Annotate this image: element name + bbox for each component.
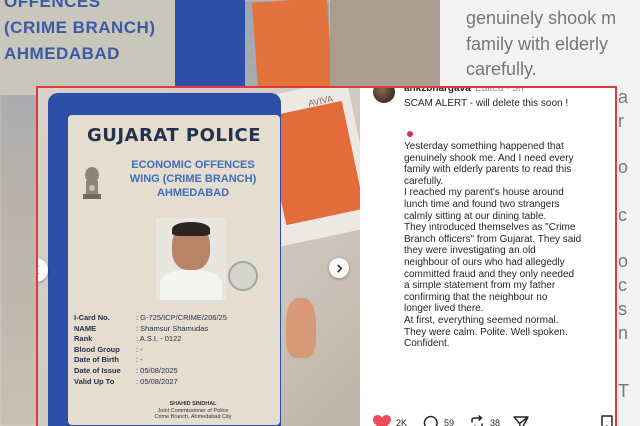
comment-button[interactable]: 59 (423, 415, 454, 426)
post-line: carefully. (404, 175, 444, 187)
heart-icon (373, 415, 391, 426)
background-card-line: (CRIME BRANCH) (4, 18, 156, 37)
background-edge-letter: c (618, 275, 627, 295)
field-value: : Shamsur Shamudas (136, 323, 209, 333)
background-card-holder (175, 0, 245, 95)
background-text-line: genuinely shook m (466, 8, 617, 28)
save-button[interactable] (601, 415, 613, 426)
field-value: : A.S.I. - 0122 (136, 334, 182, 344)
post-line: neighbour of ours who had allegedly (404, 256, 565, 268)
post-body: Yesterday something happened that genuin… (404, 141, 614, 350)
post-edited-time: · Edited · 3h (469, 86, 524, 94)
field-key: Blood Group (74, 344, 120, 354)
repost-button[interactable]: 38 (469, 415, 500, 426)
post-line: they were investigating an old (404, 245, 536, 257)
background-edge-letter: s (618, 299, 627, 319)
signature-office: Crime Branch, Ahmedabad City (154, 414, 232, 420)
field-key: Valid Up To (74, 376, 115, 386)
field-key: I-Card No. (74, 313, 110, 322)
comment-count: 59 (444, 418, 455, 426)
id-card-fields: I-Card No. : G-725/ICP/CRIME/206/25 NAME:… (74, 313, 227, 387)
chevron-left-icon (38, 265, 39, 275)
chevron-right-icon (336, 264, 342, 272)
background-edge-letter: r (618, 111, 624, 131)
field-value: : - (136, 344, 143, 354)
portrait-shirt (160, 270, 222, 300)
background-card-line: OFFENCES (4, 0, 101, 11)
post-line: lunch time and found two strangers (404, 198, 560, 210)
post-line: They were calm. Polite. Well spoken. (404, 326, 568, 338)
post-line: I reached my parent's house around (404, 187, 564, 199)
field-key: NAME (74, 323, 97, 333)
bookmark-icon (601, 415, 613, 426)
post-action-bar: 2K 59 38 (373, 415, 613, 426)
emblem-icon (83, 167, 101, 199)
post-line: family with elderly parents to read this (404, 164, 572, 176)
red-dot-emoji (407, 131, 413, 137)
share-icon (513, 416, 529, 426)
id-card-field-row: Date of Issue : 05/08/2025 (74, 366, 227, 377)
post-photo: AVIVA GUJARAT POLICE ECONOMIC OFFENCES W… (38, 88, 360, 426)
post-frame: AVIVA GUJARAT POLICE ECONOMIC OFFENCES W… (36, 86, 617, 426)
post-line: committed fraud and they only needed (404, 268, 575, 280)
post-caption-panel: ankzbhargava · Edited · 3h SCAM ALERT - … (360, 86, 615, 426)
background-id-card: OFFENCES (CRIME BRANCH) AHMEDABAD (0, 0, 175, 95)
post-line: Confident. (404, 338, 450, 350)
background-edge-letter: T (618, 381, 629, 401)
id-card-field-row: NAME : Shamsur Shamudas (74, 324, 227, 335)
post-line: genuinely shook me. And I need every (404, 152, 574, 164)
background-text-line: family with elderly (466, 34, 609, 54)
post-line: Yesterday something happened that (404, 141, 564, 152)
id-card-field-row: Date of Birth : - (74, 355, 227, 366)
id-card-field-row: Valid Up To : 05/08/2027 (74, 377, 227, 388)
id-card-photo (156, 218, 226, 300)
id-card-field-row: Blood Group : - (74, 345, 227, 356)
id-card-seal (228, 261, 258, 291)
id-card-field-row: I-Card No. : G-725/ICP/CRIME/206/25 (74, 313, 227, 324)
portrait-hair (172, 222, 210, 236)
post-line: confirming that the neighbour no (404, 291, 548, 303)
field-key: Date of Issue (74, 365, 121, 375)
background-edge-letter: o (618, 251, 629, 271)
repost-icon (471, 415, 483, 426)
id-card-signature: SHAHID SINDHAL Joint Commissioner of Pol… (148, 401, 238, 421)
background-card-line: AHMEDABAD (4, 44, 120, 63)
share-button[interactable] (513, 415, 529, 426)
repost-count: 38 (490, 418, 501, 426)
background-edge-letter: c (618, 205, 627, 225)
id-card-org-line: ECONOMIC OFFENCES (131, 159, 255, 171)
field-value: : - (136, 355, 143, 365)
field-value: : 05/08/2027 (136, 376, 178, 386)
id-card: GUJARAT POLICE ECONOMIC OFFENCES WING (C… (68, 115, 280, 425)
carousel-next-button[interactable] (329, 258, 349, 278)
post-author-handle[interactable]: ankzbhargava (404, 88, 471, 94)
background-edge-letter: n (618, 323, 629, 343)
field-value: : 05/08/2025 (136, 365, 178, 375)
id-card-org-line: WING (CRIME BRANCH) (129, 173, 257, 185)
post-line: calmly sitting at our dining table. (404, 210, 547, 222)
id-card-holder: GUJARAT POLICE ECONOMIC OFFENCES WING (C… (48, 93, 281, 426)
background-edge-letter: a (618, 87, 629, 107)
avatar[interactable] (373, 88, 395, 103)
post-headline: SCAM ALERT - will delete this soon ! (404, 98, 569, 109)
field-value: : G-725/ICP/CRIME/206/25 (136, 313, 227, 322)
post-line: They introduced themselves as "Crime (404, 222, 576, 234)
id-card-org-line: AHMEDABAD (156, 187, 230, 199)
background-text-line: carefully. (466, 59, 537, 79)
id-card-field-row: Rank : A.S.I. - 0122 (74, 334, 227, 345)
post-line: a simple statement from my father (404, 280, 556, 292)
id-card-title: GUJARAT POLICE (86, 125, 262, 146)
comment-icon (423, 415, 438, 426)
post-line: At first, everything seemed normal. (404, 314, 559, 326)
carousel-prev-button[interactable] (38, 258, 48, 282)
background-edge-letter: o (618, 157, 629, 177)
like-count: 2K (396, 418, 408, 426)
background-paper (251, 0, 334, 93)
hand-thumb (286, 298, 316, 358)
post-line: Branch officers" from Gujarat. They said (404, 233, 582, 245)
field-key: Date of Birth (74, 355, 119, 365)
like-button[interactable]: 2K (373, 415, 407, 426)
field-key: Rank (74, 334, 93, 344)
post-line: longer lived there. (404, 303, 484, 315)
